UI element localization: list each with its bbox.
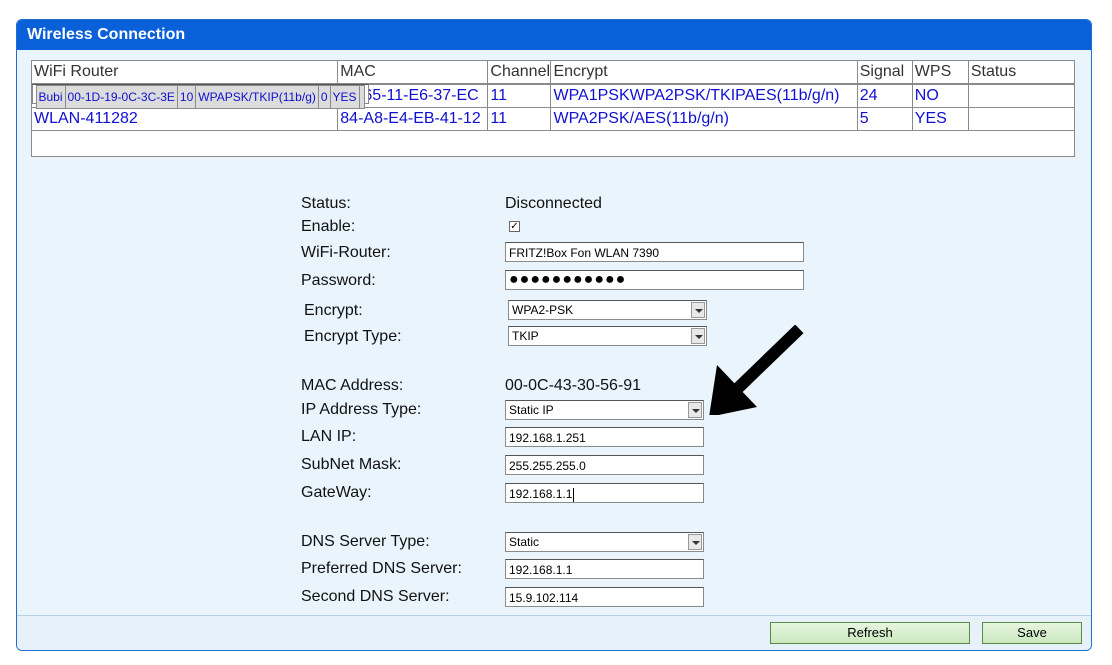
subnet-mask-label: SubNet Mask: (301, 456, 402, 473)
table-row[interactable]: WLAN-411282 84-A8-E4-EB-41-12 11 WPA2PSK… (30, 107, 1076, 131)
refresh-button[interactable]: Refresh (770, 622, 970, 644)
second-dns-label: Second DNS Server: (301, 588, 450, 605)
status-value: Disconnected (505, 195, 602, 212)
cell-signal[interactable]: 5 (856, 107, 913, 131)
lan-ip-label: LAN IP: (301, 428, 357, 445)
dropdown-arrow-icon[interactable] (688, 534, 702, 550)
encrypt-type-label: Encrypt Type: (304, 328, 402, 345)
gateway-label: GateWay: (301, 484, 372, 501)
cell-channel[interactable]: 11 (487, 84, 552, 108)
dropdown-arrow-icon[interactable] (688, 402, 702, 418)
subnet-mask-input[interactable]: 255.255.255.0 (505, 455, 704, 475)
password-label: Password: (301, 272, 376, 289)
dns-server-type-label: DNS Server Type: (301, 533, 430, 550)
panel-title: Wireless Connection (17, 20, 1091, 50)
preferred-dns-input[interactable]: 192.168.1.1 (505, 559, 704, 579)
cell-mac[interactable]: 84-A8-E4-EB-41-12 (337, 107, 489, 131)
ip-address-type-select[interactable]: Static IP (505, 400, 704, 420)
encrypt-select[interactable]: WPA2-PSK (508, 300, 707, 320)
encrypt-label: Encrypt: (304, 302, 363, 319)
cell-wps[interactable]: YES (329, 85, 360, 109)
text-cursor (573, 487, 575, 502)
wifi-router-label: WiFi-Router: (301, 244, 391, 261)
table-row[interactable]: Bubi 00-1D-19-0C-3C-3E 10 WPAPSK/TKIP(11… (31, 84, 369, 109)
dns-server-type-value: Static (509, 535, 540, 549)
cell-encrypt[interactable]: WPAPSK/TKIP(11b/g) (195, 85, 319, 109)
cell-wps[interactable]: YES (911, 107, 969, 131)
ip-address-type-label: IP Address Type: (301, 401, 422, 418)
cell-channel[interactable]: 11 (487, 107, 552, 131)
wifi-router-table: WiFi Router MAC Channel Encrypt Signal W… (30, 60, 1076, 131)
mac-address-value: 00-0C-43-30-56-91 (505, 377, 642, 394)
gateway-input-value: 192.168.1.1 (509, 487, 573, 501)
table-header-row: WiFi Router MAC Channel Encrypt Signal W… (30, 60, 1076, 84)
cell-status[interactable] (967, 84, 1076, 108)
enable-label: Enable: (301, 218, 356, 235)
ip-address-type-value: Static IP (509, 403, 554, 417)
dropdown-arrow-icon[interactable] (691, 328, 705, 344)
cell-status[interactable] (358, 85, 365, 109)
cell-mac[interactable]: 00-1D-19-0C-3C-3E (64, 85, 178, 109)
mac-address-label: MAC Address: (301, 377, 404, 394)
col-mac: MAC (337, 60, 489, 84)
col-wps: WPS (911, 60, 969, 84)
dns-server-type-select[interactable]: Static (505, 532, 704, 552)
wifi-router-input[interactable]: FRITZ!Box Fon WLAN 7390 (505, 242, 804, 262)
lan-ip-input[interactable]: 192.168.1.251 (505, 427, 704, 447)
footer-bar: Refresh Save (17, 615, 1091, 650)
save-button[interactable]: Save (982, 622, 1082, 644)
second-dns-input[interactable]: 15.9.102.114 (505, 587, 704, 607)
cell-signal[interactable]: 0 (317, 85, 331, 109)
col-channel: Channel (487, 60, 552, 84)
encrypt-type-select-value: TKIP (512, 329, 539, 343)
col-encrypt: Encrypt (550, 60, 858, 84)
cell-router[interactable]: Bubi (35, 85, 66, 109)
wireless-connection-panel: Wireless Connection WiFi Router MAC Chan… (16, 19, 1092, 651)
cell-status[interactable] (967, 107, 1076, 131)
cell-signal[interactable]: 24 (856, 84, 913, 108)
col-wifi-router: WiFi Router (30, 60, 339, 84)
gateway-input[interactable]: 192.168.1.1 (505, 483, 704, 503)
status-label: Status: (301, 195, 351, 212)
annotation-arrow-icon (709, 325, 804, 415)
cell-wps[interactable]: NO (911, 84, 969, 108)
col-signal: Signal (856, 60, 913, 84)
preferred-dns-label: Preferred DNS Server: (301, 560, 462, 577)
encrypt-select-value: WPA2-PSK (512, 303, 574, 317)
cell-encrypt[interactable]: WPA2PSK/AES(11b/g/n) (550, 107, 858, 131)
cell-router[interactable]: WLAN-411282 (30, 107, 339, 131)
cell-channel[interactable]: 10 (176, 85, 197, 109)
encrypt-type-select[interactable]: TKIP (508, 326, 707, 346)
dropdown-arrow-icon[interactable] (691, 302, 705, 318)
col-status: Status (967, 60, 1076, 84)
enable-checkbox[interactable]: ✓ (509, 221, 520, 232)
password-input[interactable]: ●●●●●●●●●●● (505, 270, 804, 290)
cell-encrypt[interactable]: WPA1PSKWPA2PSK/TKIPAES(11b/g/n) (550, 84, 858, 108)
